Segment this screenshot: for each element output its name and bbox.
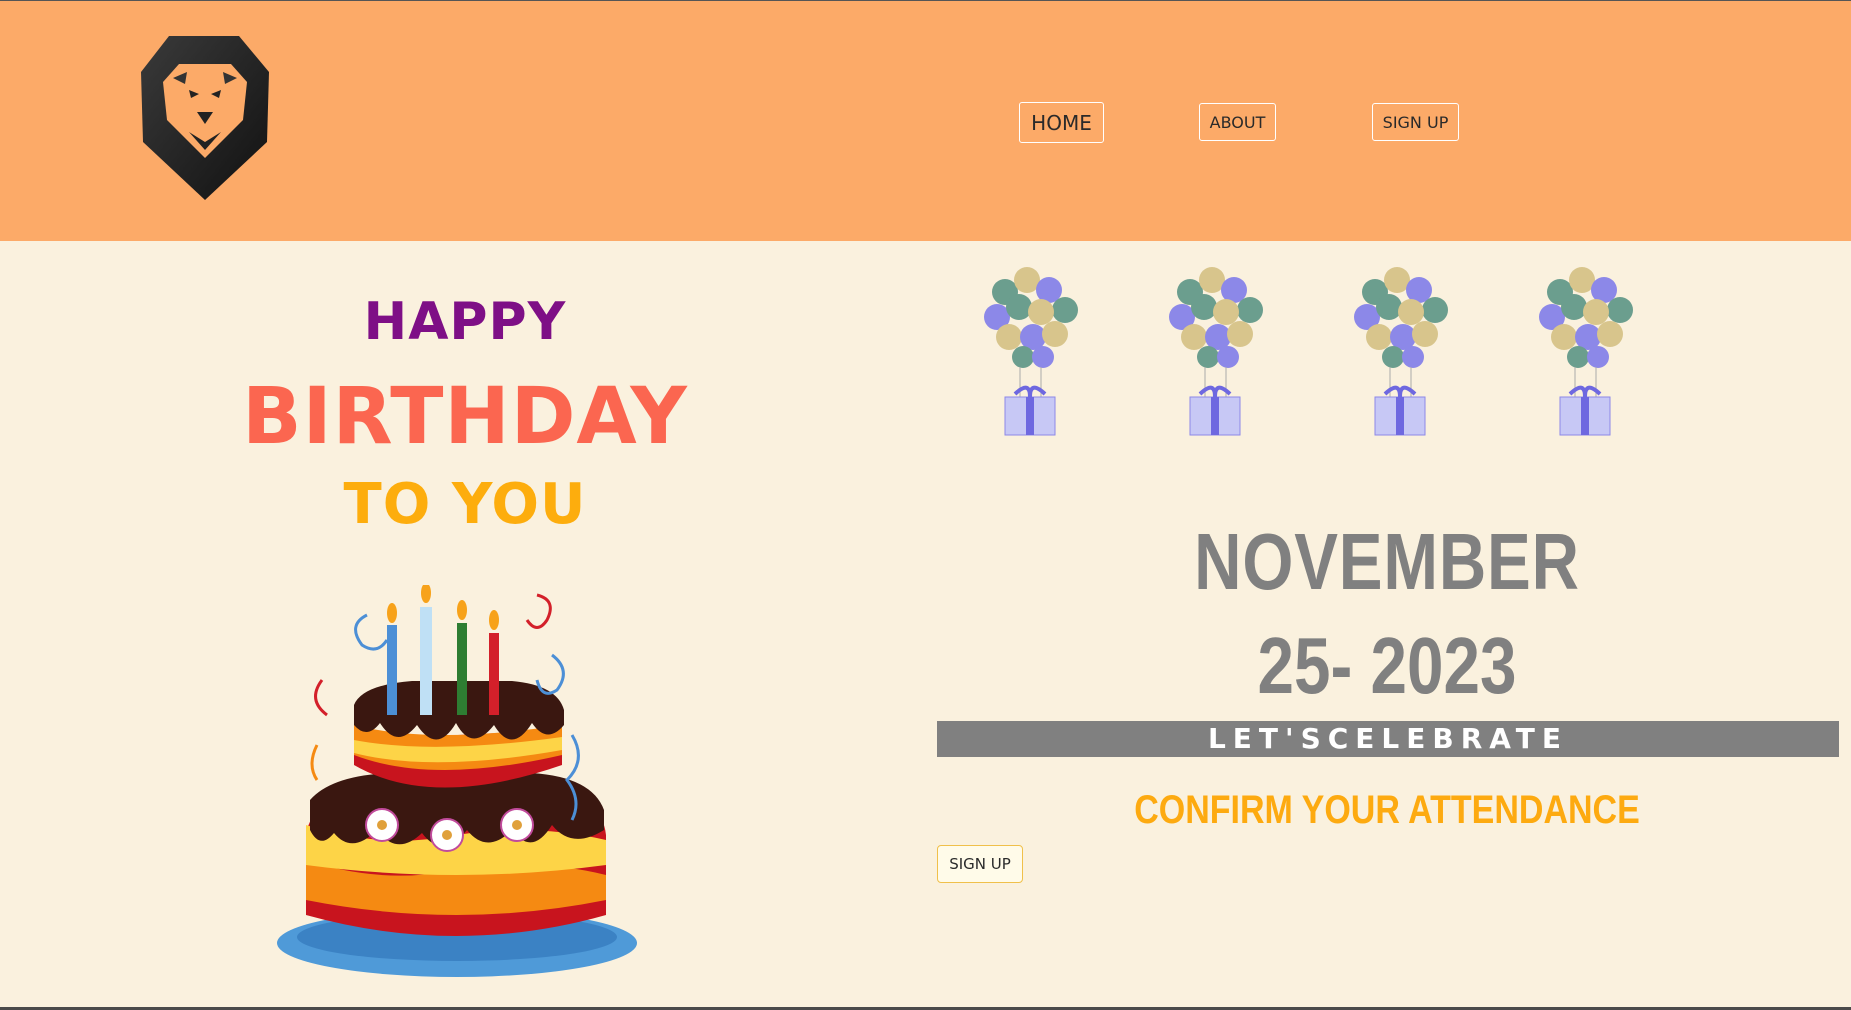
nav-home-button[interactable]: HOME [1019,102,1104,143]
greeting-to-you: TO YOU [343,472,587,537]
signup-button[interactable]: SIGN UP [937,845,1023,883]
lion-head-icon[interactable] [139,32,271,202]
confirm-attendance-heading: CONFIRM YOUR ATTENDANCE [1134,788,1640,832]
greeting-birthday: BIRTHDAY [242,372,688,462]
balloon-gift-image [1354,267,1448,436]
nav-signup-button[interactable]: SIGN UP [1372,103,1459,141]
celebrate-banner: LET'SCELEBRATE [937,721,1839,757]
event-date: 25- 2023 [1257,621,1517,710]
birthday-cake-image [277,585,637,977]
event-month: NOVEMBER [1194,517,1580,606]
celebrate-text: LET'SCELEBRATE [1207,722,1569,755]
balloon-gift-image [984,267,1078,436]
balloon-gift-image [1169,267,1263,436]
greeting-happy: HAPPY [363,292,567,352]
site-header: HOME ABOUT SIGN UP [0,1,1851,241]
balloon-gift-image [1539,267,1633,436]
nav-about-button[interactable]: ABOUT [1199,103,1276,141]
